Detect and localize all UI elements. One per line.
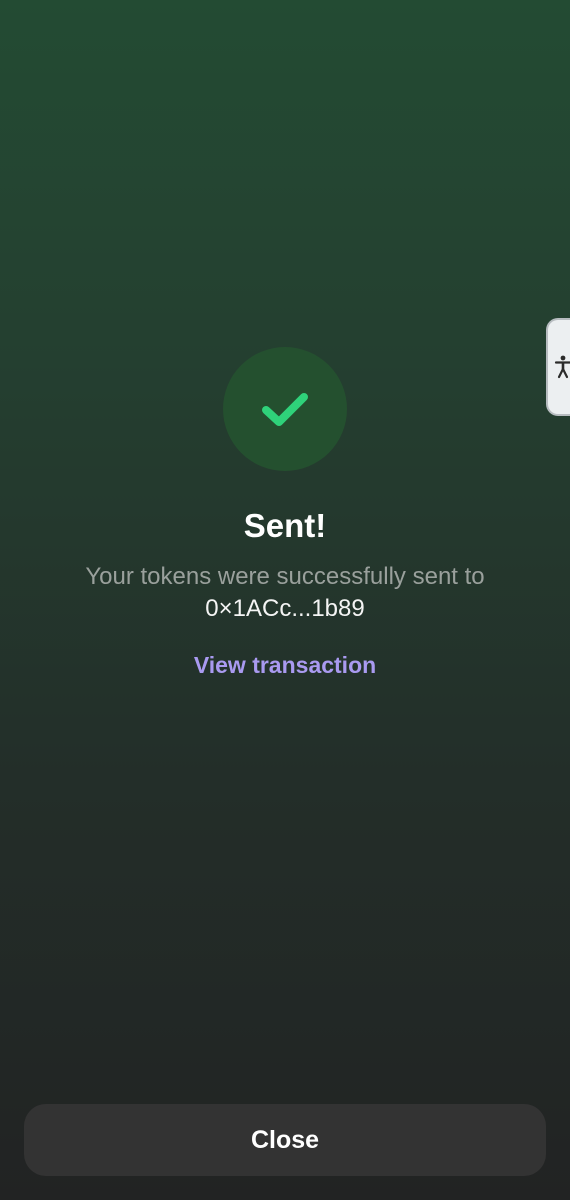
- page-title: Sent!: [243, 507, 327, 544]
- checkmark-icon: [262, 393, 308, 426]
- close-button[interactable]: Close: [24, 1104, 546, 1176]
- accessibility-button[interactable]: [546, 318, 570, 416]
- send-success-screen: Sent! Your tokens were successfully sent…: [0, 0, 570, 1200]
- success-badge: [223, 347, 347, 471]
- view-transaction-link[interactable]: View transaction: [0, 649, 570, 681]
- recipient-address: 0×1ACc...1b89: [205, 595, 365, 622]
- accessibility-icon: [554, 355, 570, 379]
- success-message: Your tokens were successfully sent to: [85, 563, 485, 590]
